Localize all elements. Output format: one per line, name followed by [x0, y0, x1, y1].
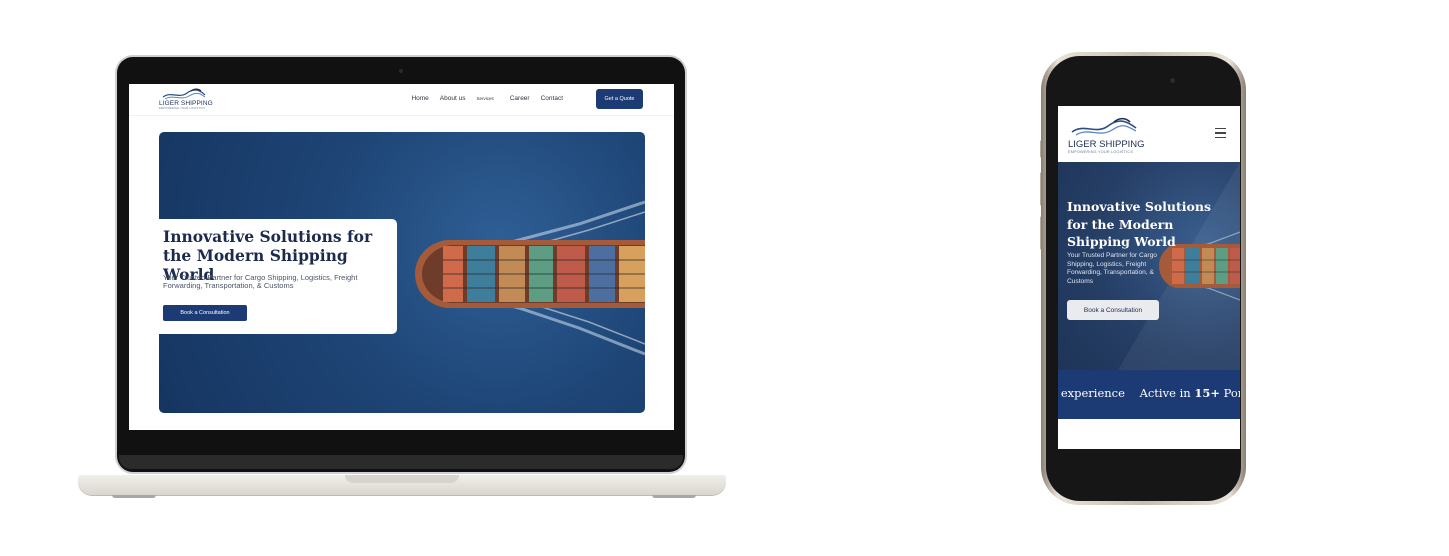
stat-experience: of experience	[1058, 386, 1125, 400]
stats-band: of experience Active in 15+ Ports	[1058, 370, 1240, 419]
laptop-foot	[112, 495, 156, 498]
laptop-notch	[345, 475, 459, 483]
brand-name[interactable]: LIGER SHIPPING	[159, 100, 213, 107]
laptop-foot	[652, 495, 696, 498]
nav-contact[interactable]: Contact	[541, 95, 563, 102]
laptop-chin	[119, 455, 683, 469]
stats-ticker: of experience Active in 15+ Ports	[1058, 386, 1240, 400]
nav-about[interactable]: About us	[440, 95, 466, 102]
laptop-base	[78, 475, 726, 495]
mobile-hero-banner: Innovative Solutions for the Modern Ship…	[1058, 162, 1240, 370]
brand-tagline: EMPOWERING YOUR LOGISTICS	[159, 107, 206, 110]
camera-icon	[399, 69, 403, 73]
stat-ports-prefix: Active in	[1139, 386, 1191, 400]
book-consultation-button[interactable]: Book a Consultation	[163, 305, 247, 321]
mobile-book-consultation-button[interactable]: Book a Consultation	[1067, 300, 1159, 320]
logo-wave-icon	[1071, 117, 1137, 136]
hamburger-menu-icon[interactable]	[1215, 128, 1226, 139]
main-nav: Home About us Services Career Contact	[400, 95, 563, 102]
get-quote-button[interactable]: Get a Quote	[596, 89, 643, 109]
stat-ports-value: 15+	[1194, 386, 1220, 400]
camera-icon	[1170, 78, 1175, 83]
site-header: LIGER SHIPPING EMPOWERING YOUR LOGISTICS…	[129, 84, 674, 116]
hero-card: Innovative Solutions for the Modern Ship…	[159, 219, 397, 334]
phone-screen: LIGER SHIPPING EMPOWERING YOUR LOGISTICS	[1058, 106, 1240, 449]
mobile-hero-subtitle: Your Trusted Partner for Cargo Shipping,…	[1067, 252, 1157, 285]
stat-ports-suffix: Ports	[1223, 386, 1240, 400]
logo-wave-icon	[162, 88, 206, 100]
laptop-screen: LIGER SHIPPING EMPOWERING YOUR LOGISTICS…	[129, 84, 674, 430]
hero-subtitle: Your Trusted Partner for Cargo Shipping,…	[163, 273, 358, 290]
brand-tagline: EMPOWERING YOUR LOGISTICS	[1068, 150, 1134, 154]
laptop-lid: LIGER SHIPPING EMPOWERING YOUR LOGISTICS…	[117, 57, 685, 472]
nav-services[interactable]: Services	[476, 96, 493, 102]
nav-home[interactable]: Home	[411, 95, 428, 102]
mobile-hero-title: Innovative Solutions for the Modern Ship…	[1067, 199, 1212, 249]
mobile-header: LIGER SHIPPING EMPOWERING YOUR LOGISTICS	[1058, 106, 1240, 162]
nav-career[interactable]: Career	[510, 95, 530, 102]
brand-name[interactable]: LIGER SHIPPING	[1068, 139, 1145, 150]
